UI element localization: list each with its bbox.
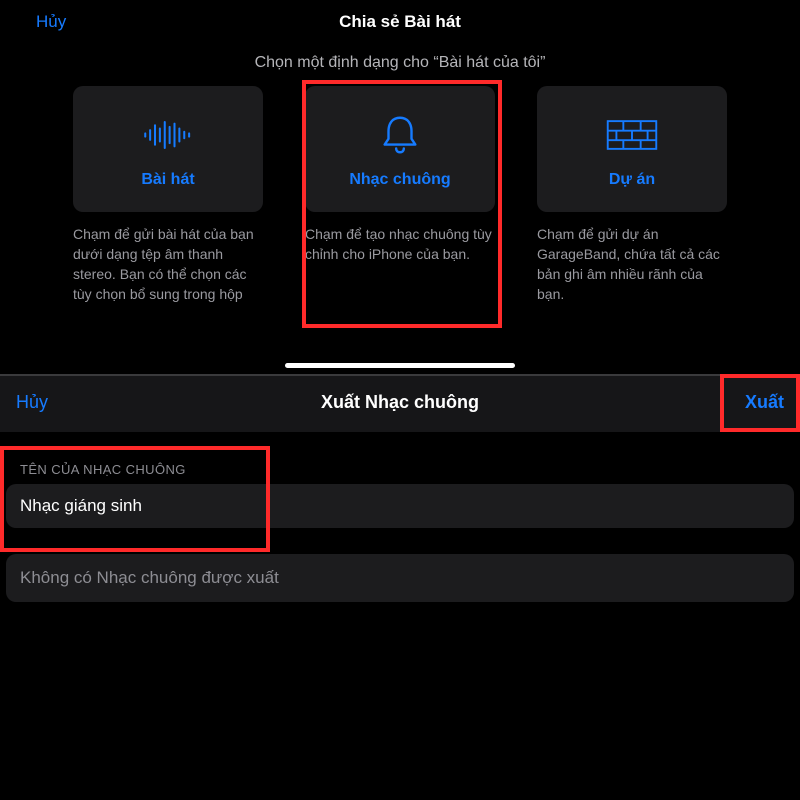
option-project-desc: Chạm để gửi dự án GarageBand, chứa tất c… — [537, 224, 727, 304]
option-song-label: Bài hát — [141, 171, 194, 189]
bricks-icon — [606, 109, 658, 161]
option-ringtone: Nhạc chuông Chạm để tạo nhạc chuông tùy … — [305, 86, 495, 304]
share-subtitle: Chọn một định dạng cho “Bài hát của tôi” — [0, 54, 800, 72]
option-song: Bài hát Chạm để gửi bài hát của bạn dưới… — [73, 86, 263, 304]
home-indicator — [285, 363, 515, 368]
option-song-desc: Chạm để gửi bài hát của bạn dưới dạng tệ… — [73, 224, 263, 304]
export-button[interactable]: Xuất — [745, 392, 784, 413]
option-song-card[interactable]: Bài hát — [73, 86, 263, 212]
option-ringtone-card[interactable]: Nhạc chuông — [305, 86, 495, 212]
exported-status-row[interactable]: Không có Nhạc chuông được xuất — [6, 554, 794, 602]
export-ringtone-screen: Xuất Nhạc chuông Hủy Xuất TÊN CỦA NHẠC C… — [0, 374, 800, 800]
cancel-button-top[interactable]: Hủy — [36, 12, 66, 32]
cancel-button-bottom[interactable]: Hủy — [16, 392, 48, 413]
waveform-icon — [142, 109, 194, 161]
share-song-sheet: Chia sẻ Bài hát Hủy Chọn một định dạng c… — [0, 0, 800, 374]
format-options-row: Bài hát Chạm để gửi bài hát của bạn dưới… — [0, 86, 800, 304]
option-project: Dự án Chạm để gửi dự án GarageBand, chứa… — [537, 86, 727, 304]
share-title: Chia sẻ Bài hát — [0, 12, 800, 32]
option-project-card[interactable]: Dự án — [537, 86, 727, 212]
bottom-header: Xuất Nhạc chuông Hủy Xuất — [0, 376, 800, 432]
option-project-label: Dự án — [609, 171, 655, 189]
option-ringtone-label: Nhạc chuông — [349, 171, 450, 189]
exported-status-text: Không có Nhạc chuông được xuất — [20, 568, 279, 588]
bell-icon — [374, 109, 426, 161]
ringtone-name-input[interactable] — [6, 484, 794, 528]
top-header: Chia sẻ Bài hát Hủy — [0, 10, 800, 40]
ringtone-name-section-label: TÊN CỦA NHẠC CHUÔNG — [20, 462, 186, 477]
export-title: Xuất Nhạc chuông — [0, 392, 800, 413]
option-ringtone-desc: Chạm để tạo nhạc chuông tùy chỉnh cho iP… — [305, 224, 495, 264]
